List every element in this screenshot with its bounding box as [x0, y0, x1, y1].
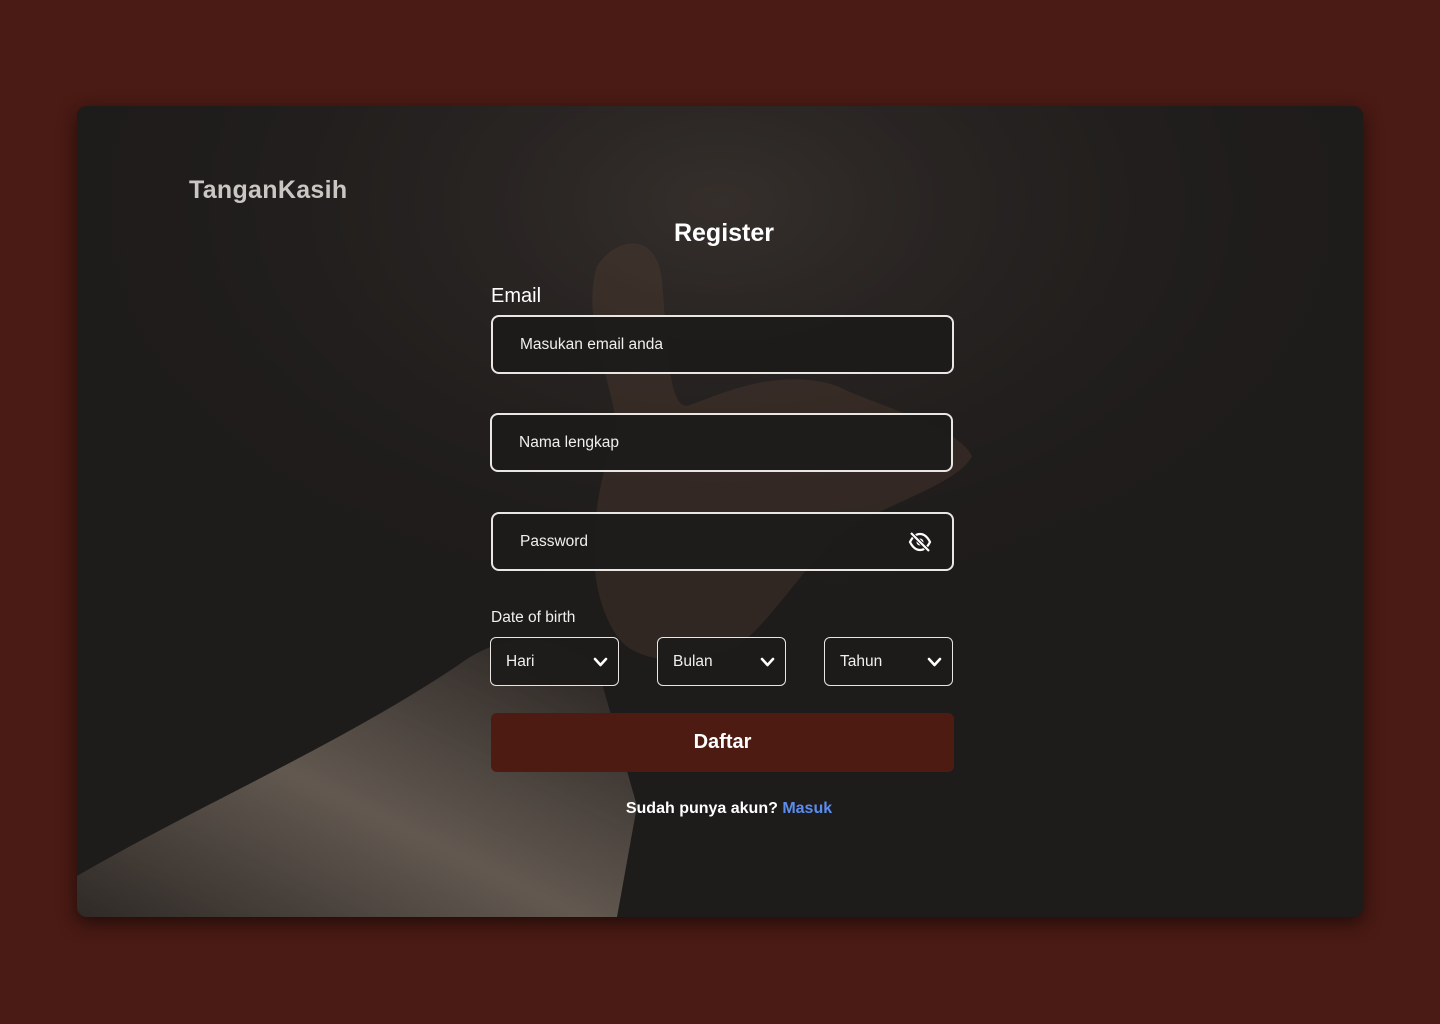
day-select[interactable]: Hari: [490, 637, 619, 686]
chevron-down-icon: [593, 657, 608, 667]
year-select[interactable]: Tahun: [824, 637, 953, 686]
day-select-value: Hari: [506, 652, 535, 670]
login-prompt: Sudah punya akun? Masuk: [77, 800, 1363, 818]
email-placeholder: Masukan email anda: [520, 335, 664, 353]
fullname-placeholder: Nama lengkap: [519, 433, 619, 451]
login-prompt-text: Sudah punya akun?: [625, 800, 778, 817]
month-select[interactable]: Bulan: [657, 637, 786, 686]
fullname-field[interactable]: Nama lengkap: [490, 413, 953, 472]
chevron-down-icon: [760, 657, 775, 667]
email-label: Email: [491, 285, 542, 307]
email-field[interactable]: Masukan email anda: [491, 315, 954, 374]
password-placeholder: Password: [520, 532, 589, 550]
page-title: Register: [673, 219, 775, 247]
month-select-value: Bulan: [673, 652, 713, 670]
year-select-value: Tahun: [840, 652, 883, 670]
eye-off-icon[interactable]: [908, 531, 932, 553]
dob-label: Date of birth: [491, 609, 576, 626]
register-card: TanganKasih Register Email Masukan email…: [77, 106, 1363, 917]
register-button[interactable]: Daftar: [491, 713, 954, 772]
brand-logo: TanganKasih: [189, 176, 348, 204]
password-field[interactable]: Password: [491, 512, 954, 571]
chevron-down-icon: [927, 657, 942, 667]
login-link[interactable]: Masuk: [782, 800, 832, 817]
